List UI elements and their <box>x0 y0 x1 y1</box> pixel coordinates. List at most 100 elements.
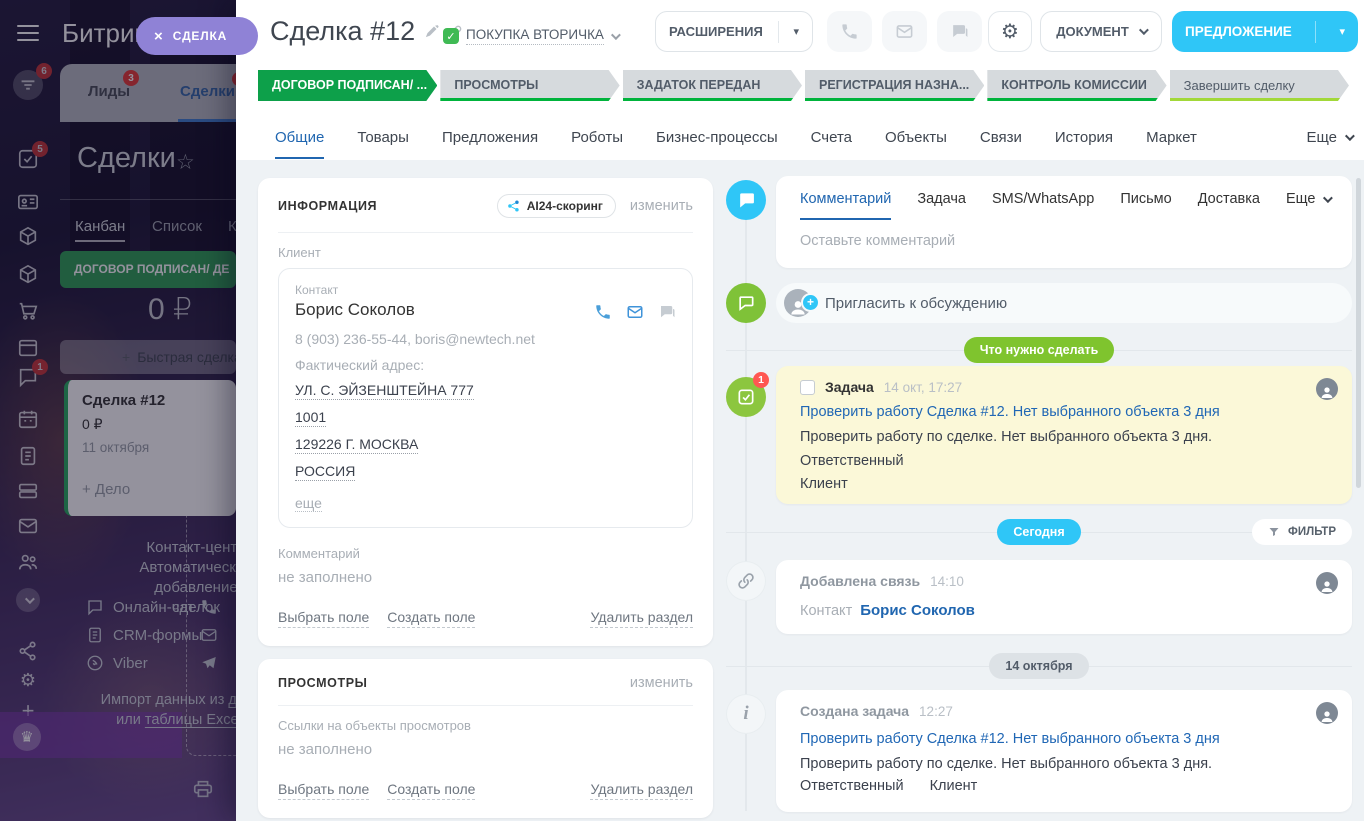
comment-input[interactable]: Оставьте комментарий <box>776 220 1352 262</box>
task-title-link[interactable]: Проверить работу Сделка #12. Нет выбранн… <box>800 731 1328 747</box>
stage-viewings[interactable]: ПРОСМОТРЫ <box>440 70 619 101</box>
event-datetime: 14 окт, 17:27 <box>883 379 963 395</box>
composer-tab-delivery[interactable]: Доставка <box>1198 191 1260 220</box>
delete-section-link[interactable]: Удалить раздел <box>590 781 693 800</box>
todo-separator: Что нужно сделать <box>726 336 1352 364</box>
tab-general[interactable]: Общие <box>275 114 325 159</box>
composer-tab-sms[interactable]: SMS/WhatsApp <box>992 191 1094 220</box>
chevron-down-icon <box>610 29 621 40</box>
timeline-column: Комментарий Задача SMS/WhatsApp Письмо Д… <box>726 160 1352 821</box>
caret-down-icon: ▾ <box>793 26 799 38</box>
chat-icon[interactable] <box>658 303 676 321</box>
document-button[interactable]: ДОКУМЕНТ <box>1040 11 1162 52</box>
event-time: 12:27 <box>919 703 953 719</box>
task-title-link[interactable]: Проверить работу Сделка #12. Нет выбранн… <box>800 404 1328 420</box>
address-line: 1001 <box>295 409 327 427</box>
tab-invoices[interactable]: Счета <box>811 114 852 159</box>
scrollbar-thumb[interactable] <box>1356 178 1361 488</box>
link-added-card: Добавлена связь 14:10 Контакт Борис Соко… <box>776 560 1352 634</box>
divider <box>777 20 779 43</box>
edit-section-link[interactable]: изменить <box>630 675 693 691</box>
comment-field-label: Комментарий <box>278 546 360 561</box>
stage-commission-control[interactable]: КОНТРОЛЬ КОМИССИИ <box>987 70 1166 101</box>
tab-more[interactable]: Еще <box>1306 114 1355 159</box>
contact-link[interactable]: Борис Соколов <box>860 602 975 619</box>
avatar[interactable] <box>1316 572 1338 594</box>
tab-history[interactable]: История <box>1055 114 1113 159</box>
create-field-link[interactable]: Создать поле <box>387 781 476 800</box>
tab-quotes[interactable]: Предложения <box>442 114 538 159</box>
viewings-field-label: Ссылки на объекты просмотров <box>278 718 471 733</box>
deal-category-selector[interactable]: ✓ ПОКУПКА ВТОРИЧКА <box>443 27 621 45</box>
create-field-link[interactable]: Создать поле <box>387 609 476 628</box>
address-line: УЛ. С. ЭЙЗЕНШТЕЙНА 777 <box>295 382 474 400</box>
deal-header: Сделка #12 <box>270 16 463 47</box>
composer-tab-comment[interactable]: Комментарий <box>800 191 892 220</box>
gear-icon: ⚙ <box>1001 21 1019 43</box>
email-button[interactable] <box>882 11 927 52</box>
delete-section-link[interactable]: Удалить раздел <box>590 609 693 628</box>
proposal-button[interactable]: ПРЕДЛОЖЕНИЕ ▾ <box>1172 11 1358 52</box>
slider-close-button[interactable]: × СДЕЛКА <box>136 17 258 55</box>
chat-icon <box>953 25 968 38</box>
chevron-down-icon <box>1323 192 1334 203</box>
select-field-link[interactable]: Выбрать поле <box>278 781 370 800</box>
contact-name[interactable]: Борис Соколов <box>295 300 415 320</box>
task-check-icon: 1 <box>726 372 769 417</box>
divider <box>1315 20 1317 43</box>
extensions-button[interactable]: РАСШИРЕНИЯ ▾ <box>655 11 813 52</box>
edit-section-link[interactable]: изменить <box>630 198 693 214</box>
phone-icon <box>842 24 857 39</box>
task-timeline-card: Задача 14 окт, 17:27 Проверить работу Сд… <box>776 366 1352 504</box>
proposal-label: ПРЕДЛОЖЕНИЕ <box>1185 24 1292 39</box>
invite-to-discussion[interactable]: + Пригласить к обсуждению <box>776 283 1352 323</box>
stage-registration[interactable]: РЕГИСТРАЦИЯ НАЗНА... <box>805 70 984 101</box>
mail-icon <box>896 25 913 38</box>
contact-type-label: Контакт <box>295 283 339 297</box>
settings-button[interactable]: ⚙ <box>988 11 1032 52</box>
stage-deposit[interactable]: ЗАДАТОК ПЕРЕДАН <box>623 70 802 101</box>
viewings-card: ПРОСМОТРЫ изменить Ссылки на объекты про… <box>258 659 713 818</box>
stage-close-deal[interactable]: Завершить сделку <box>1170 70 1349 101</box>
select-field-link[interactable]: Выбрать поле <box>278 609 370 628</box>
avatar[interactable] <box>1316 378 1338 400</box>
tab-robots[interactable]: Роботы <box>571 114 623 159</box>
composer-tab-task[interactable]: Задача <box>917 191 966 220</box>
tab-objects[interactable]: Объекты <box>885 114 947 159</box>
stage-contract-signed[interactable]: ДОГОВОР ПОДПИСАН/ ... <box>258 70 437 101</box>
phone-icon[interactable] <box>594 303 612 321</box>
chat-button[interactable] <box>937 11 982 52</box>
mail-icon[interactable] <box>626 303 644 321</box>
show-more-link[interactable]: еще <box>295 495 322 512</box>
date-badge: 14 октября <box>989 653 1089 679</box>
composer-tab-letter[interactable]: Письмо <box>1120 191 1171 220</box>
divider <box>278 705 693 706</box>
deal-tab-bar: Общие Товары Предложения Роботы Бизнес-п… <box>275 114 1355 159</box>
today-badge: Сегодня <box>997 519 1081 545</box>
comment-field-value[interactable]: не заполнено <box>278 569 693 586</box>
address-line: РОССИЯ <box>295 463 356 481</box>
deal-content: ИНФОРМАЦИЯ AI24-скоринг изменить Клиент … <box>236 160 1364 821</box>
task-checkbox[interactable] <box>800 379 815 395</box>
event-type: Задача <box>825 379 874 395</box>
tab-products[interactable]: Товары <box>357 114 409 159</box>
tab-market[interactable]: Маркет <box>1146 114 1197 159</box>
tab-bizproc[interactable]: Бизнес-процессы <box>656 114 778 159</box>
background-page: Битрикс24 6 5 1 ⚙ <box>0 0 236 821</box>
composer-tab-more[interactable]: Еще <box>1286 191 1334 220</box>
task-body: Проверить работу по сделке. Нет выбранно… <box>800 429 1213 445</box>
avatar[interactable] <box>1316 702 1338 724</box>
call-button[interactable] <box>827 11 872 52</box>
task-counter-badge: 1 <box>753 372 769 388</box>
task-client-label: Клиент <box>800 476 848 493</box>
edit-pencil-icon[interactable] <box>424 24 439 39</box>
ai-scoring-button[interactable]: AI24-скоринг <box>496 194 616 218</box>
filter-button[interactable]: ФИЛЬТР <box>1252 519 1352 545</box>
tab-links[interactable]: Связи <box>980 114 1022 159</box>
contact-card: Контакт Борис Соколов 8 (903) 236-55-44,… <box>278 268 693 528</box>
discussion-bubble-icon <box>726 283 766 323</box>
viewings-field-value[interactable]: не заполнено <box>278 741 693 758</box>
modal-dim-overlay <box>0 0 236 821</box>
chevron-down-icon <box>1344 131 1355 142</box>
document-label: ДОКУМЕНТ <box>1056 24 1129 39</box>
